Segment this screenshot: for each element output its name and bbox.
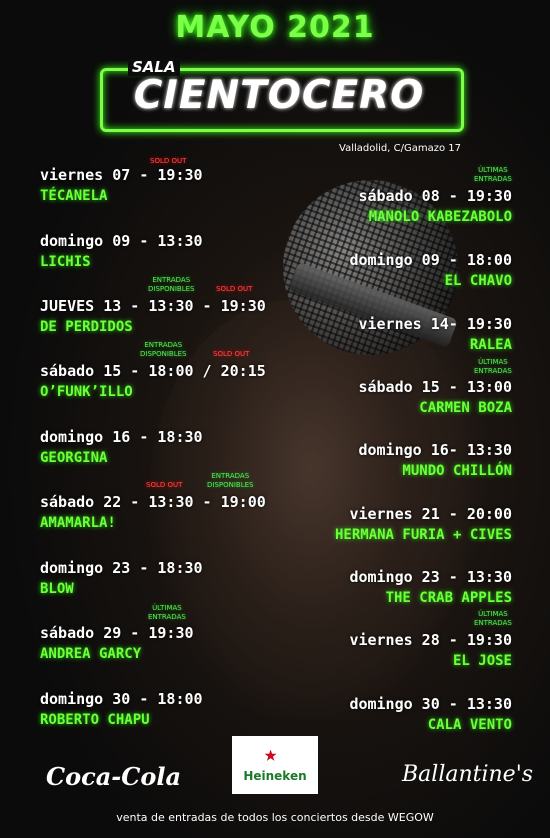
event-artist: EL CHAVO (444, 273, 512, 289)
ballantines-logo: Ballantine's (402, 762, 534, 787)
event-artist: ANDREA GARCY (40, 646, 142, 662)
page-title: MAYO 2021 (175, 10, 375, 45)
star-icon: ★ (264, 742, 278, 767)
event-item: sábado 29 - 19:30 ANDREA GARCY (40, 624, 194, 662)
available-badge: ENTRADAS DISPONIBLES (207, 472, 254, 489)
event-item: viernes 14- 19:30 RALEA (358, 315, 512, 353)
event-artist: AMAMARLA! (40, 515, 116, 531)
event-date: domingo 23 - 18:30 (40, 559, 203, 577)
event-item: sábado 15 - 13:00 CARMEN BOZA (358, 378, 512, 416)
event-item: viernes 07 - 19:30 TÉCANELA (40, 166, 203, 204)
event-date: sábado 15 - 13:00 (358, 378, 512, 396)
sold-out-badge: SOLD OUT (216, 285, 253, 293)
event-item: domingo 16- 13:30 MUNDO CHILLÓN (358, 441, 512, 479)
event-item: sábado 22 - 13:30 - 19:00 AMAMARLA! (40, 493, 266, 531)
event-item: viernes 28 - 19:30 EL JOSE (349, 631, 512, 669)
coca-cola-logo: Coca-Cola (46, 762, 182, 791)
event-item: JUEVES 13 - 13:30 - 19:30 DE PERDIDOS (40, 297, 266, 335)
event-item: viernes 21 - 20:00 HERMANA FURIA + CIVES (335, 505, 512, 543)
footer-text: venta de entradas de todos los concierto… (116, 811, 434, 824)
available-badge: ENTRADAS DISPONIBLES (140, 341, 187, 358)
event-artist: DE PERDIDOS (40, 319, 133, 335)
event-artist: THE CRAB APPLES (385, 590, 512, 606)
last-tickets-badge: ÚLTIMAS ENTRADAS (474, 166, 512, 183)
event-item: domingo 30 - 18:00 ROBERTO CHAPU (40, 690, 203, 728)
event-date: viernes 21 - 20:00 (349, 505, 512, 523)
sold-out-badge: SOLD OUT (213, 350, 250, 358)
event-date: sábado 22 - 13:30 - 19:00 (40, 493, 266, 511)
event-artist: RALEA (469, 337, 512, 353)
event-date: sábado 29 - 19:30 (40, 624, 194, 642)
event-date: viernes 07 - 19:30 (40, 166, 203, 184)
event-date: domingo 30 - 13:30 (349, 695, 512, 713)
event-date: domingo 09 - 13:30 (40, 232, 203, 250)
event-item: sábado 08 - 19:30 MANOLO KABEZABOLO (358, 187, 512, 225)
event-item: sábado 15 - 18:00 / 20:15 O’FUNK’ILLO (40, 362, 266, 400)
event-item: domingo 09 - 13:30 LICHIS (40, 232, 203, 270)
event-artist: HERMANA FURIA + CIVES (334, 527, 512, 543)
last-tickets-badge: ÚLTIMAS ENTRADAS (474, 358, 512, 375)
event-date: domingo 30 - 18:00 (40, 690, 203, 708)
event-item: domingo 23 - 13:30 THE CRAB APPLES (349, 568, 512, 606)
event-date: viernes 28 - 19:30 (349, 631, 512, 649)
event-artist: EL JOSE (452, 653, 512, 669)
event-date: viernes 14- 19:30 (358, 315, 512, 333)
event-date: JUEVES 13 - 13:30 - 19:30 (40, 297, 266, 315)
event-item: domingo 30 - 13:30 CALA VENTO (349, 695, 512, 733)
logo-name: CIENTOCERO (133, 73, 425, 118)
event-item: domingo 23 - 18:30 BLOW (40, 559, 203, 597)
heineken-label: Heineken (243, 769, 307, 783)
heineken-logo: ★ Heineken (232, 736, 318, 794)
event-artist: GEORGINA (40, 450, 108, 466)
event-item: domingo 16 - 18:30 GEORGINA (40, 428, 203, 466)
last-tickets-badge: ÚLTIMAS ENTRADAS (474, 610, 512, 627)
event-artist: MUNDO CHILLÓN (402, 463, 512, 479)
event-item: domingo 09 - 18:00 EL CHAVO (349, 251, 512, 289)
event-artist: TÉCANELA (40, 188, 108, 204)
event-date: domingo 23 - 13:30 (349, 568, 512, 586)
event-date: sábado 15 - 18:00 / 20:15 (40, 362, 266, 380)
event-artist: MANOLO KABEZABOLO (368, 209, 512, 225)
event-artist: CALA VENTO (427, 717, 512, 733)
event-date: sábado 08 - 19:30 (358, 187, 512, 205)
event-artist: ROBERTO CHAPU (40, 712, 150, 728)
venue-address: Valladolid, C/Gamazo 17 (339, 143, 461, 154)
sold-out-badge: SOLD OUT (146, 481, 183, 489)
event-artist: CARMEN BOZA (419, 400, 512, 416)
last-tickets-badge: ÚLTIMAS ENTRADAS (148, 604, 186, 621)
event-artist: O’FUNK’ILLO (40, 384, 133, 400)
event-date: domingo 16 - 18:30 (40, 428, 203, 446)
available-badge: ENTRADAS DISPONIBLES (148, 276, 195, 293)
event-date: domingo 09 - 18:00 (349, 251, 512, 269)
event-artist: LICHIS (40, 254, 91, 270)
sold-out-badge: SOLD OUT (150, 157, 187, 165)
event-artist: BLOW (40, 581, 74, 597)
event-date: domingo 16- 13:30 (358, 441, 512, 459)
